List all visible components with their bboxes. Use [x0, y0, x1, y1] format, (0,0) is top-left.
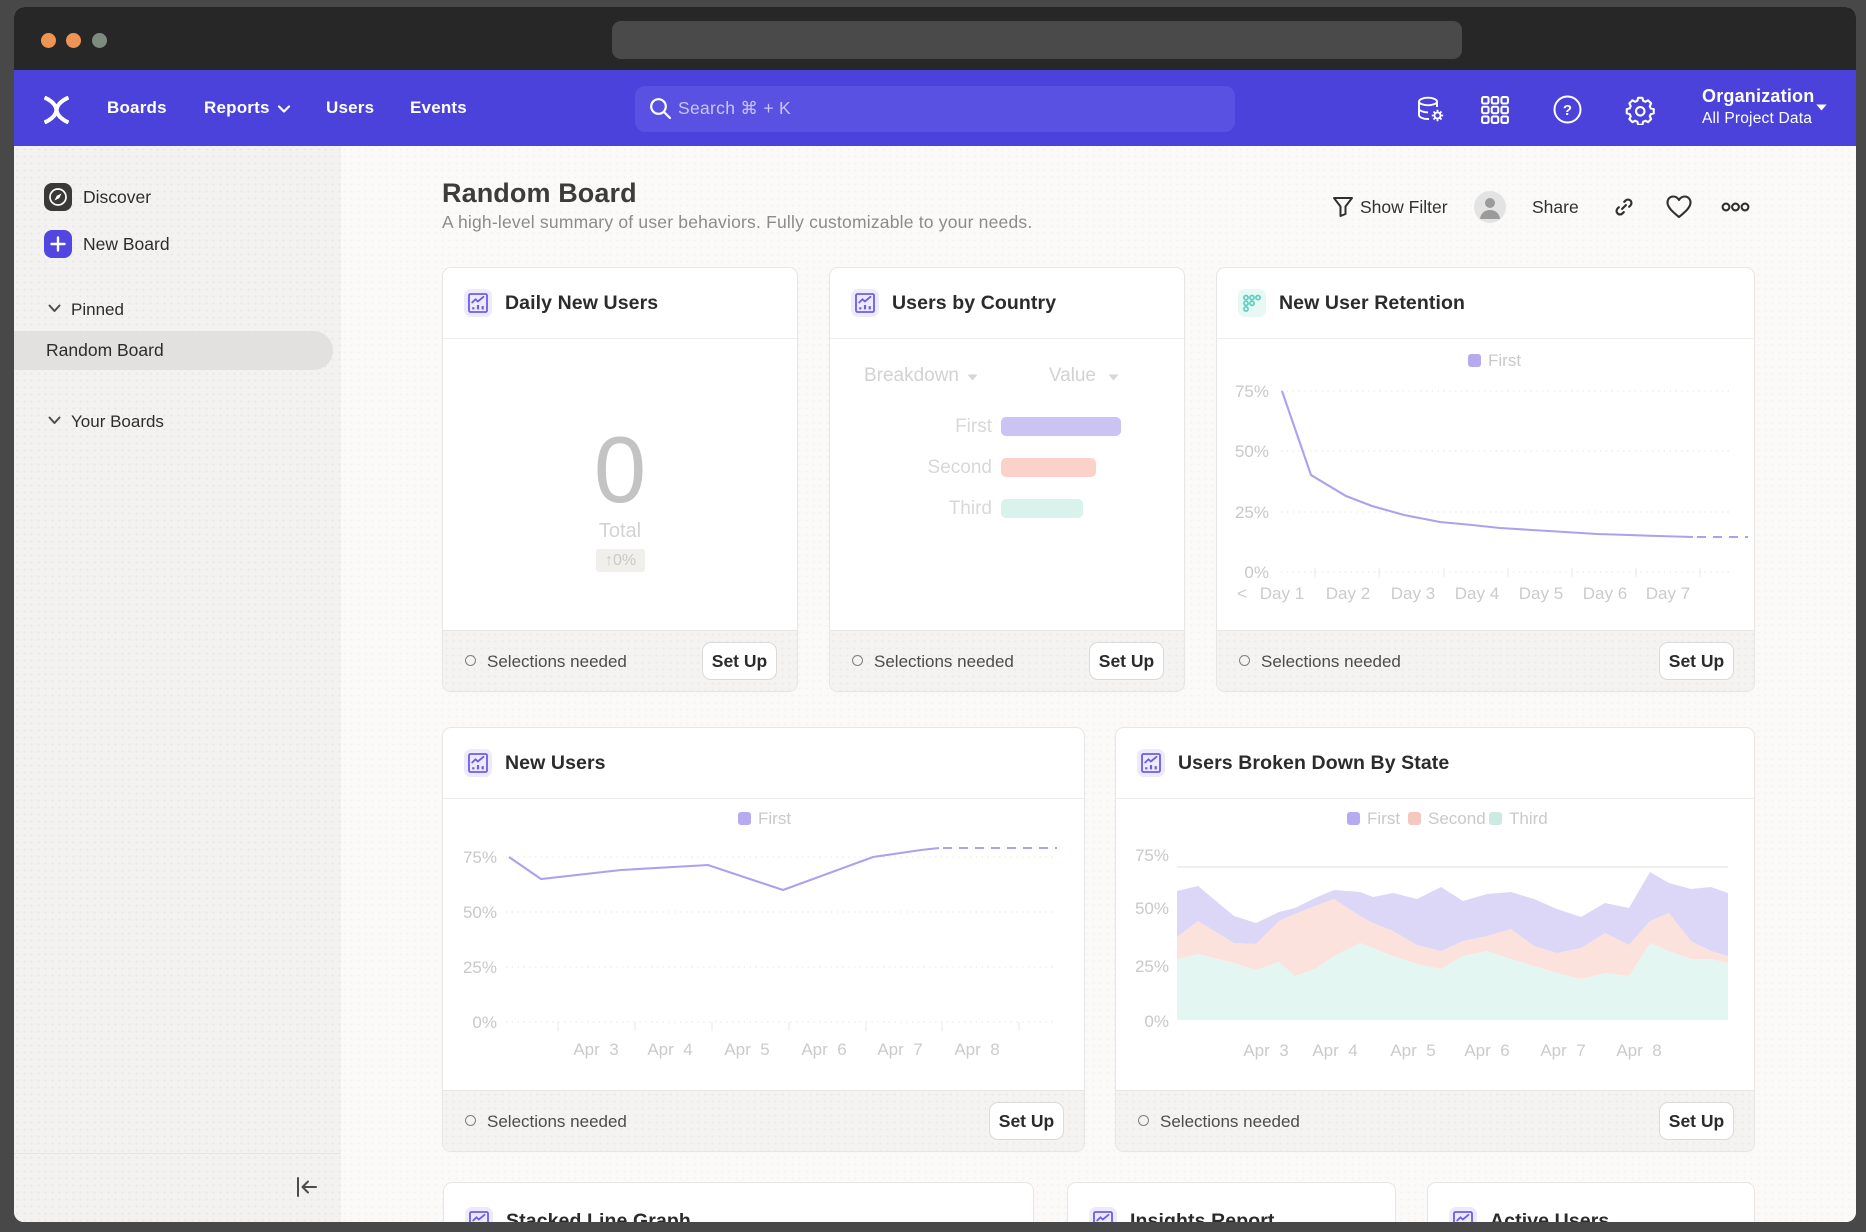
svg-text:?: ? — [1563, 102, 1572, 119]
